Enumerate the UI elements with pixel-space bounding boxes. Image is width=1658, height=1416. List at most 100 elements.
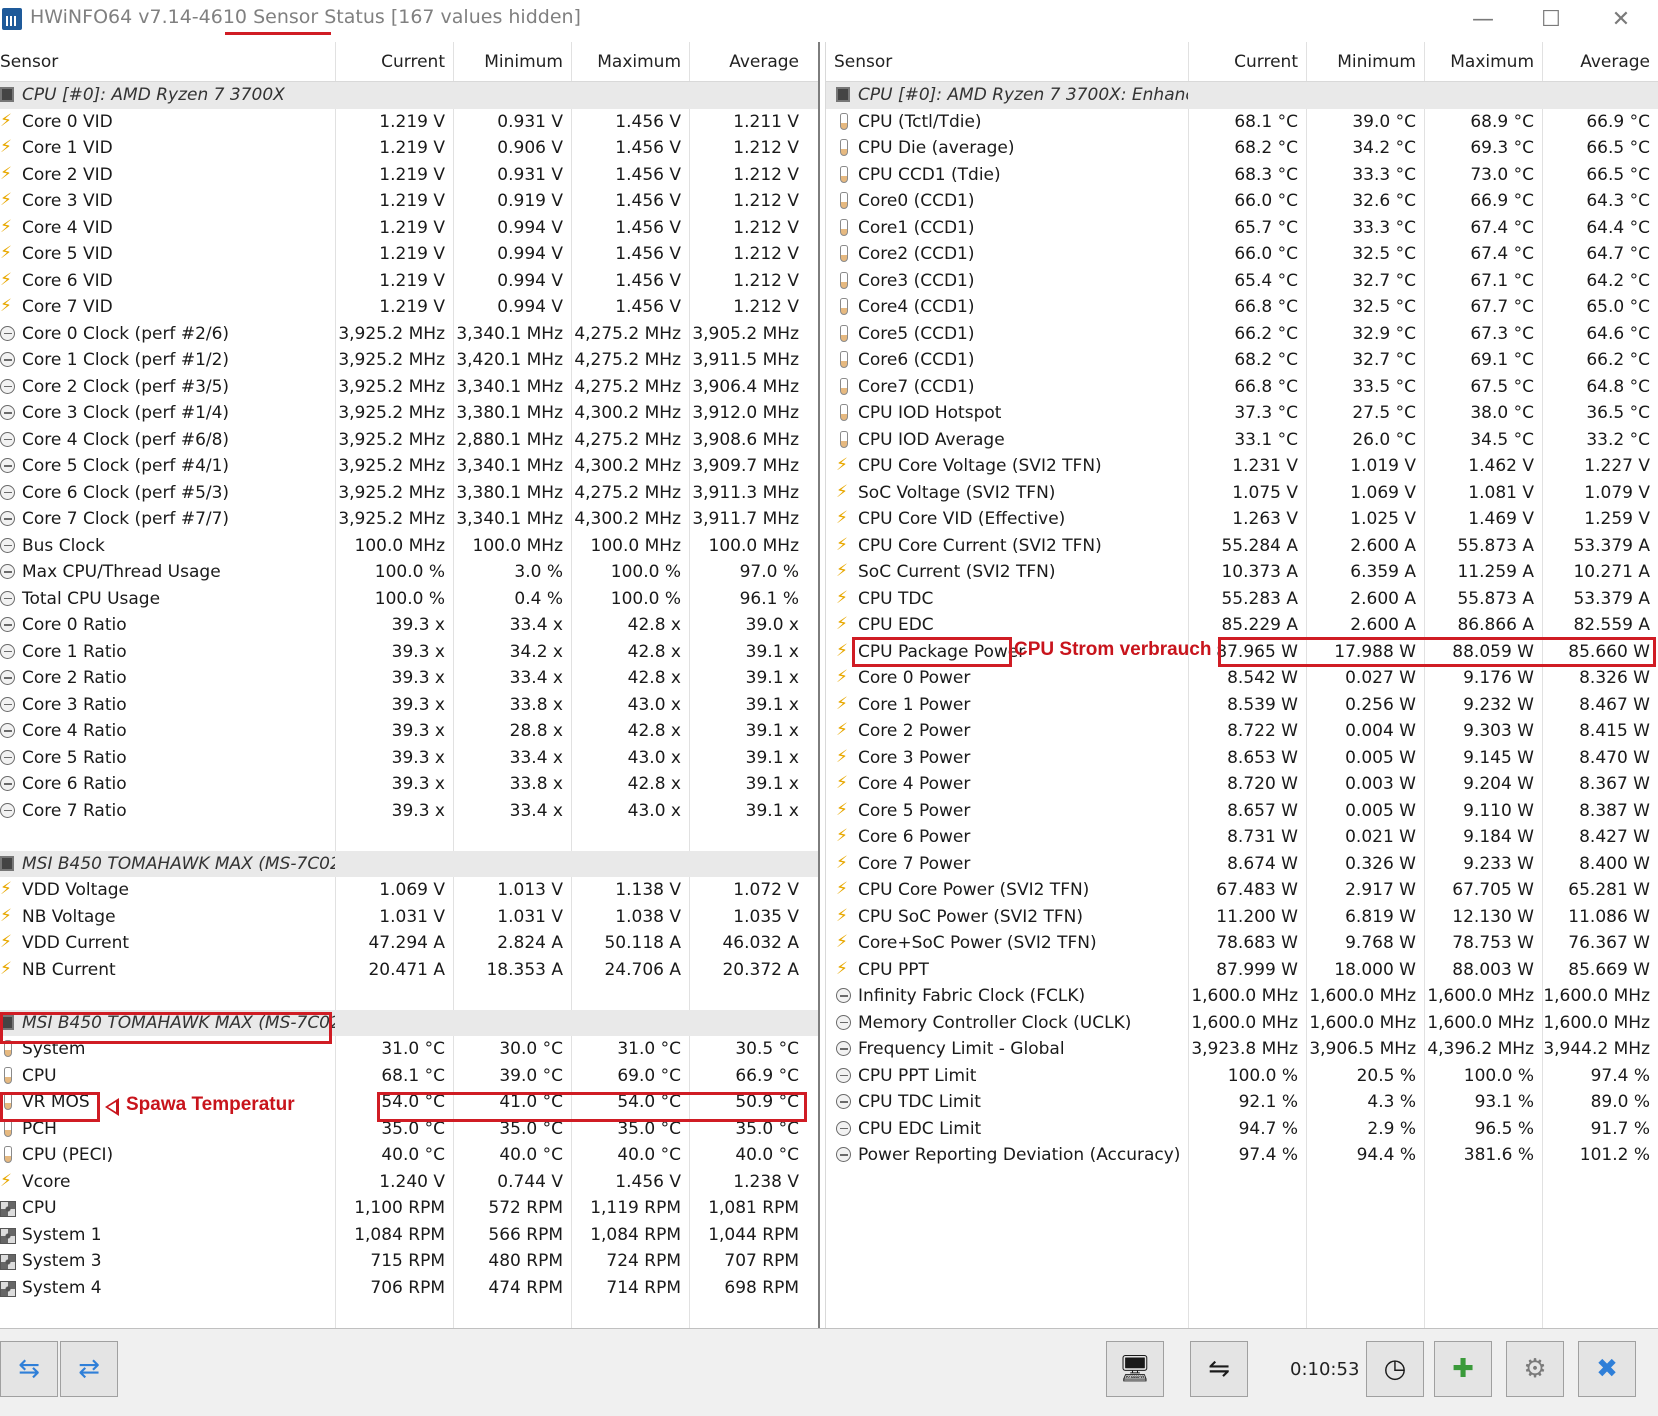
table-row[interactable]: Memory Controller Clock (UCLK) 1,600.0 MH… [826, 1010, 1658, 1037]
table-row[interactable]: System 3 715 RPM 480 RPM 724 RPM 707 RPM [0, 1248, 818, 1275]
table-row[interactable]: ⚡ Core 6 VID 1.219 V 0.994 V 1.456 V 1.212 V [0, 268, 818, 295]
table-row[interactable]: ⚡ Core 1 Power 8.539 W 0.256 W 9.232 W 8.467 … [826, 692, 1658, 719]
col-sensor[interactable]: Sensor [0, 42, 335, 82]
network-icon[interactable]: ⇋ [1190, 1341, 1248, 1397]
gear-icon[interactable]: ⚙ [1506, 1341, 1564, 1397]
table-row[interactable]: Core5 (CCD1) 66.2 °C 32.9 °C 67.3 °C 64.6 °C [826, 321, 1658, 348]
table-row[interactable]: Core 6 Clock (perf #5/3) 3,925.2 MHz 3,380… [0, 480, 818, 507]
col-maximum[interactable]: Maximum [1424, 42, 1542, 82]
table-row[interactable]: CPU Die (average) 68.2 °C 34.2 °C 69.3 °C 66… [826, 135, 1658, 162]
table-row[interactable]: ⚡ Core 5 Power 8.657 W 0.005 W 9.110 W 8.387 … [826, 798, 1658, 825]
sensor-table-right[interactable]: Sensor Current Minimum Maximum Average C… [826, 42, 1658, 1328]
table-row[interactable]: Core 5 Ratio 39.3 x 33.4 x 43.0 x 39.1 x [0, 745, 818, 772]
table-row[interactable]: Total CPU Usage 100.0 % 0.4 % 100.0 % 96.1 % [0, 586, 818, 613]
table-row[interactable]: CPU CCD1 (Tdie) 68.3 °C 33.3 °C 73.0 °C 66.5… [826, 162, 1658, 189]
close-window-button[interactable]: ✕ [1598, 4, 1644, 36]
monitor-icon[interactable]: 🖥 [1106, 1341, 1164, 1397]
table-row[interactable]: ⚡ CPU Core Power (SVI2 TFN) 67.483 W 2.917 … [826, 877, 1658, 904]
table-row[interactable]: ⚡ Core+SoC Power (SVI2 TFN) 78.683 W 9.768 … [826, 930, 1658, 957]
table-row[interactable]: CPU (PECI) 40.0 °C 40.0 °C 40.0 °C 40.0 °C [0, 1142, 818, 1169]
table-row[interactable]: Core1 (CCD1) 65.7 °C 33.3 °C 67.4 °C 64.4 °C [826, 215, 1658, 242]
table-row[interactable]: ⚡ Core 6 Power 8.731 W 0.021 W 9.184 W 8.427 … [826, 824, 1658, 851]
table-row[interactable]: Core 2 Clock (perf #3/5) 3,925.2 MHz 3,340… [0, 374, 818, 401]
table-row[interactable]: Core 0 Ratio 39.3 x 33.4 x 42.8 x 39.0 x [0, 612, 818, 639]
table-row[interactable]: ⚡ Core 4 VID 1.219 V 0.994 V 1.456 V 1.212 V [0, 215, 818, 242]
table-row[interactable]: ⚡ SoC Current (SVI2 TFN) 10.373 A 6.359 A 11… [826, 559, 1658, 586]
table-row[interactable]: Core 7 Ratio 39.3 x 33.4 x 43.0 x 39.1 x [0, 798, 818, 825]
table-row[interactable]: ⚡ Core 2 VID 1.219 V 0.931 V 1.456 V 1.212 V [0, 162, 818, 189]
table-row[interactable]: ⚡ Core 2 Power 8.722 W 0.004 W 9.303 W 8.415 … [826, 718, 1658, 745]
table-row[interactable]: ⚡ CPU SoC Power (SVI2 TFN) 11.200 W 6.819 W… [826, 904, 1658, 931]
table-row[interactable]: ⚡ CPU TDC 55.283 A 2.600 A 55.873 A 53.379 A [826, 586, 1658, 613]
table-row[interactable]: CPU IOD Hotspot 37.3 °C 27.5 °C 38.0 °C 36.5… [826, 400, 1658, 427]
table-row[interactable]: System 4 706 RPM 474 RPM 714 RPM 698 RPM [0, 1275, 818, 1302]
table-row[interactable]: Core 1 Ratio 39.3 x 34.2 x 42.8 x 39.1 x [0, 639, 818, 666]
col-average[interactable]: Average [689, 42, 807, 82]
table-row[interactable]: ⚡ Core 7 VID 1.219 V 0.994 V 1.456 V 1.212 V [0, 294, 818, 321]
table-row[interactable]: CPU EDC Limit 94.7 % 2.9 % 96.5 % 91.7 % [826, 1116, 1658, 1143]
table-row[interactable]: Core 3 Clock (perf #1/4) 3,925.2 MHz 3,380… [0, 400, 818, 427]
col-current[interactable]: Current [1188, 42, 1306, 82]
table-row[interactable]: ⚡ VDD Current 47.294 A 2.824 A 50.118 A 46.03… [0, 930, 818, 957]
col-minimum[interactable]: Minimum [1306, 42, 1424, 82]
table-row[interactable]: Core6 (CCD1) 68.2 °C 32.7 °C 69.1 °C 66.2 °C [826, 347, 1658, 374]
table-row[interactable]: CPU 68.1 °C 39.0 °C 69.0 °C 66.9 °C [0, 1063, 818, 1090]
table-row[interactable]: CPU TDC Limit 92.1 % 4.3 % 93.1 % 89.0 % [826, 1089, 1658, 1116]
table-row[interactable]: ⚡ Core 0 Power 8.542 W 0.027 W 9.176 W 8.326 … [826, 665, 1658, 692]
table-row[interactable]: Frequency Limit - Global 3,923.8 MHz 3,906… [826, 1036, 1658, 1063]
table-row[interactable]: ⚡ Core 7 Power 8.674 W 0.326 W 9.233 W 8.400 … [826, 851, 1658, 878]
table-row[interactable]: Core 2 Ratio 39.3 x 33.4 x 42.8 x 39.1 x [0, 665, 818, 692]
table-row[interactable]: ⚡ VDD Voltage 1.069 V 1.013 V 1.138 V 1.072 V [0, 877, 818, 904]
table-row[interactable]: Core 5 Clock (perf #4/1) 3,925.2 MHz 3,340… [0, 453, 818, 480]
minimize-button[interactable]: — [1460, 4, 1506, 36]
col-maximum[interactable]: Maximum [571, 42, 689, 82]
table-row[interactable]: CPU (Tctl/Tdie) 68.1 °C 39.0 °C 68.9 °C 66.9… [826, 109, 1658, 136]
clock-icon[interactable]: ◷ [1366, 1341, 1424, 1397]
maximize-button[interactable]: ☐ [1528, 4, 1574, 36]
table-row[interactable]: Max CPU/Thread Usage 100.0 % 3.0 % 100.0 % 9… [0, 559, 818, 586]
table-row[interactable]: Core7 (CCD1) 66.8 °C 33.5 °C 67.5 °C 64.8 °C [826, 374, 1658, 401]
col-sensor[interactable]: Sensor [834, 42, 1188, 82]
close-icon[interactable]: ✖ [1578, 1341, 1636, 1397]
table-row[interactable]: Core4 (CCD1) 66.8 °C 32.5 °C 67.7 °C 65.0 °C [826, 294, 1658, 321]
table-row[interactable]: ⚡ CPU Core Current (SVI2 TFN) 55.284 A 2.60… [826, 533, 1658, 560]
table-row[interactable]: Core 1 Clock (perf #1/2) 3,925.2 MHz 3,420… [0, 347, 818, 374]
add-report-icon[interactable]: ✚ [1434, 1341, 1492, 1397]
table-row[interactable]: Core 4 Clock (perf #6/8) 3,925.2 MHz 2,880… [0, 427, 818, 454]
table-row[interactable]: Core 3 Ratio 39.3 x 33.8 x 43.0 x 39.1 x [0, 692, 818, 719]
sensor-table-left[interactable]: Sensor Current Minimum Maximum Average C… [0, 42, 818, 1328]
table-row[interactable]: ⚡ CPU Package Power 87.965 W 17.988 W 88.059… [826, 639, 1658, 666]
table-row[interactable]: System 1 1,084 RPM 566 RPM 1,084 RPM 1,044 R… [0, 1222, 818, 1249]
table-row[interactable]: Infinity Fabric Clock (FCLK) 1,600.0 MHz 1… [826, 983, 1658, 1010]
table-row[interactable]: ⚡ Core 1 VID 1.219 V 0.906 V 1.456 V 1.212 V [0, 135, 818, 162]
table-row[interactable]: Core 7 Clock (perf #7/7) 3,925.2 MHz 3,340… [0, 506, 818, 533]
table-row[interactable]: CPU IOD Average 33.1 °C 26.0 °C 34.5 °C 33.2… [826, 427, 1658, 454]
table-row[interactable]: ⚡ Core 3 Power 8.653 W 0.005 W 9.145 W 8.470 … [826, 745, 1658, 772]
table-row[interactable]: CPU PPT Limit 100.0 % 20.5 % 100.0 % 97.4 % [826, 1063, 1658, 1090]
table-row[interactable]: ⚡ Core 3 VID 1.219 V 0.919 V 1.456 V 1.212 V [0, 188, 818, 215]
table-row[interactable]: Bus Clock 100.0 MHz 100.0 MHz 100.0 MHz 100.… [0, 533, 818, 560]
table-row[interactable]: System 31.0 °C 30.0 °C 31.0 °C 30.5 °C [0, 1036, 818, 1063]
table-row[interactable]: ⚡ CPU Core Voltage (SVI2 TFN) 1.231 V 1.019… [826, 453, 1658, 480]
table-row[interactable]: ⚡ Core 5 VID 1.219 V 0.994 V 1.456 V 1.212 V [0, 241, 818, 268]
table-row[interactable]: ⚡ NB Current 20.471 A 18.353 A 24.706 A 20.37… [0, 957, 818, 984]
collapse-arrows-icon[interactable]: ⇄ [60, 1341, 118, 1397]
table-row[interactable]: ⚡ CPU Core VID (Effective) 1.263 V 1.025 V1… [826, 506, 1658, 533]
table-row[interactable]: Core0 (CCD1) 66.0 °C 32.6 °C 66.9 °C 64.3 °C [826, 188, 1658, 215]
col-minimum[interactable]: Minimum [453, 42, 571, 82]
table-row[interactable]: Core3 (CCD1) 65.4 °C 32.7 °C 67.1 °C 64.2 °C [826, 268, 1658, 295]
table-row[interactable]: ⚡ CPU PPT 87.999 W 18.000 W 88.003 W 85.669 W [826, 957, 1658, 984]
pane-splitter[interactable] [818, 42, 826, 1328]
table-row[interactable]: Core 0 Clock (perf #2/6) 3,925.2 MHz 3,340… [0, 321, 818, 348]
sensor-group-header[interactable]: MSI B450 TOMAHAWK MAX (MS-7C02)... [0, 850, 818, 877]
table-row[interactable]: ⚡ CPU EDC 85.229 A 2.600 A 86.866 A 82.559 A [826, 612, 1658, 639]
table-row[interactable]: VR MOS 54.0 °C 41.0 °C 54.0 °C 50.9 °C [0, 1089, 818, 1116]
table-row[interactable]: Power Reporting Deviation (Accuracy) 97.4… [826, 1142, 1658, 1169]
table-row[interactable]: CPU 1,100 RPM 572 RPM 1,119 RPM 1,081 RPM [0, 1195, 818, 1222]
table-row[interactable]: ⚡ SoC Voltage (SVI2 TFN) 1.075 V 1.069 V 1.0… [826, 480, 1658, 507]
sensor-group-header[interactable]: MSI B450 TOMAHAWK MAX (MS-7C02)... [0, 1009, 818, 1036]
table-row[interactable]: Core 6 Ratio 39.3 x 33.8 x 42.8 x 39.1 x [0, 771, 818, 798]
sensor-group-header[interactable]: CPU [#0]: AMD Ryzen 7 3700X [0, 82, 818, 109]
expand-arrows-icon[interactable]: ⇆ [0, 1341, 58, 1397]
table-row[interactable]: ⚡ NB Voltage 1.031 V 1.031 V 1.038 V 1.035 V [0, 904, 818, 931]
